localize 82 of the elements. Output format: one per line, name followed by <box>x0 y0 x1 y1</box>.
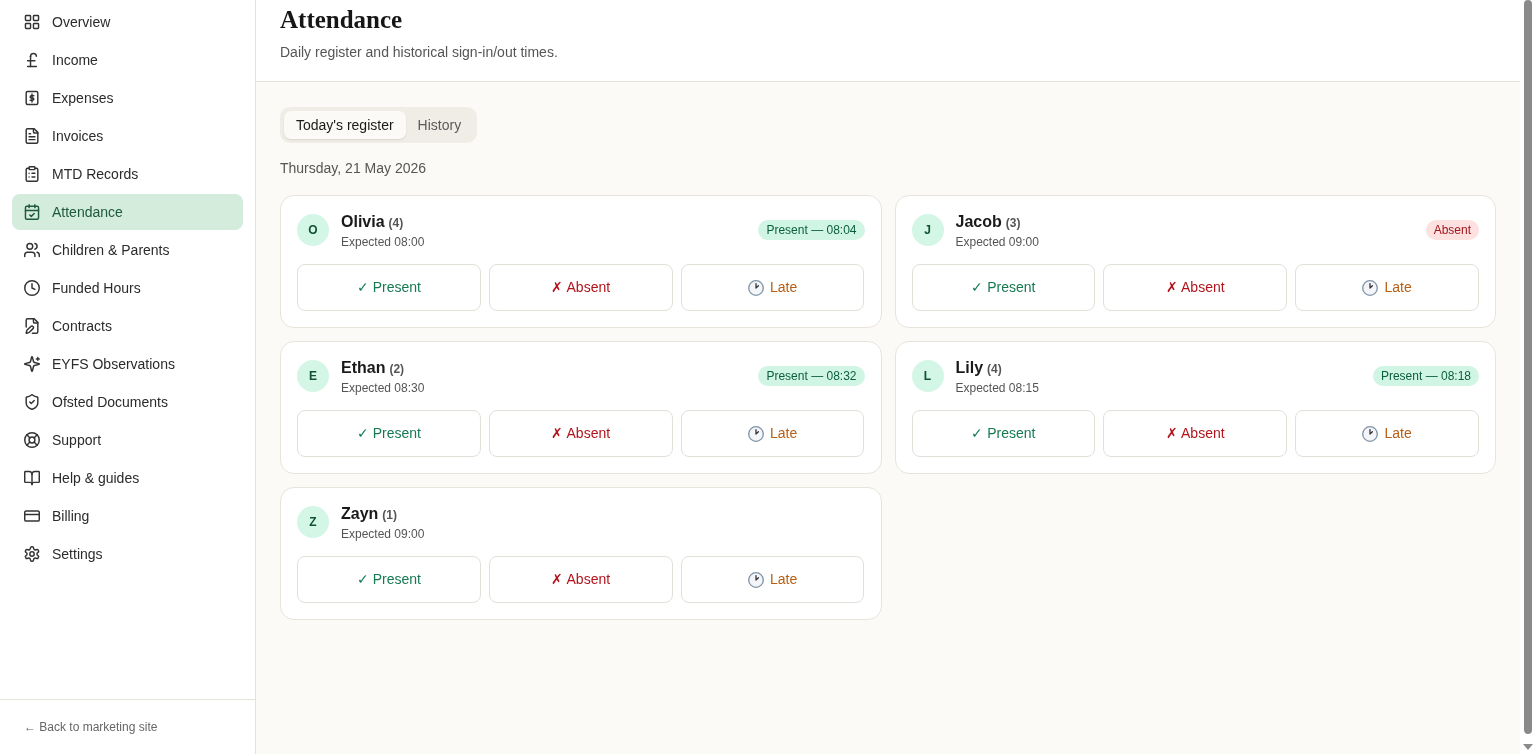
status-badge: Present — 08:18 <box>1372 366 1479 386</box>
nav-link[interactable]: Help & guides <box>12 460 243 496</box>
child-name: Jacob <box>955 213 1002 230</box>
register-date: Thursday, 21 May 2026 <box>280 159 428 178</box>
mark-present-button[interactable]: ✓ Present <box>911 264 1096 311</box>
child-name: Olivia <box>341 213 385 230</box>
nav-link[interactable]: Income <box>12 42 243 78</box>
mark-late-button[interactable]: Late <box>680 410 865 457</box>
calendar-check-icon <box>24 204 40 220</box>
mark-late-button[interactable]: Late <box>1295 264 1479 311</box>
shield-check-icon <box>24 394 40 410</box>
child-age: (2) <box>389 362 405 376</box>
clock-icon <box>747 425 764 442</box>
child-name: Lily <box>955 359 984 376</box>
child-name: Ethan <box>341 359 386 376</box>
mark-late-button[interactable]: Late <box>1295 410 1479 457</box>
child-age: (4) <box>388 216 404 230</box>
child-name: Zayn <box>341 505 379 522</box>
clock-icon <box>1362 279 1379 296</box>
nav-link[interactable]: Attendance <box>12 194 243 230</box>
nav-link[interactable]: Billing <box>12 498 243 534</box>
sparkle-icon <box>24 356 40 372</box>
expected-time: Expected 08:30 <box>341 380 425 396</box>
grid-icon <box>24 14 40 30</box>
avatar: O <box>297 214 329 246</box>
mark-present-button[interactable]: ✓ Present <box>297 410 481 457</box>
clipboard-icon <box>24 166 40 182</box>
down-arrow-icon[interactable] <box>1523 744 1533 750</box>
settings-icon <box>24 546 40 562</box>
status-badge: Present — 08:04 <box>758 220 865 240</box>
nav-link[interactable]: Funded Hours <box>12 270 243 306</box>
document-icon <box>24 128 40 144</box>
mark-present-button[interactable]: ✓ Present <box>297 556 481 603</box>
clock-icon <box>1362 425 1379 442</box>
child-age: (1) <box>382 508 397 522</box>
mark-present-button[interactable]: ✓ Present <box>911 410 1096 457</box>
mark-absent-button[interactable]: ✗ Absent <box>1103 410 1288 457</box>
nav-link[interactable]: Settings <box>12 536 243 572</box>
mark-absent-button[interactable]: ✗ Absent <box>1103 264 1288 311</box>
book-icon <box>24 470 40 486</box>
nav-link[interactable]: Contracts <box>12 308 243 344</box>
dollar-note-icon <box>24 90 40 106</box>
document-pen-icon <box>24 318 40 334</box>
tab[interactable]: Today's register <box>284 111 406 139</box>
mark-present-button[interactable]: ✓ Present <box>297 264 481 311</box>
pound-icon <box>24 52 40 68</box>
mark-absent-button[interactable]: ✗ Absent <box>488 556 673 603</box>
mark-absent-button[interactable]: ✗ Absent <box>488 410 673 457</box>
avatar: Z <box>297 506 329 538</box>
expected-time: Expected 08:00 <box>341 234 425 250</box>
nav-link[interactable]: MTD Records <box>12 156 243 192</box>
child-age: (4) <box>987 362 1002 376</box>
avatar: L <box>911 360 944 392</box>
back-link[interactable]: ← Back to marketing site <box>24 718 158 736</box>
people-icon <box>24 242 40 258</box>
tab[interactable]: History <box>405 111 474 139</box>
nav-link[interactable]: Overview <box>12 4 243 40</box>
lifebuoy-icon <box>24 432 40 448</box>
mark-late-button[interactable]: Late <box>680 264 865 311</box>
avatar: J <box>911 214 944 246</box>
clock-icon <box>747 279 764 296</box>
page-subtitle: Daily register and historical sign-in/out times. <box>280 43 559 62</box>
nav-link[interactable]: Expenses <box>12 80 243 116</box>
expected-time: Expected 09:00 <box>341 526 425 542</box>
page-title: Attendance <box>280 5 404 35</box>
mark-absent-button[interactable]: ✗ Absent <box>488 264 673 311</box>
clock-icon <box>24 280 40 296</box>
child-age: (3) <box>1005 216 1021 230</box>
expected-time: Expected 08:15 <box>955 380 1039 396</box>
status-badge: Present — 08:32 <box>758 366 865 386</box>
avatar: E <box>297 360 329 392</box>
mark-late-button[interactable]: Late <box>680 556 865 603</box>
nav-link[interactable]: EYFS Observations <box>12 346 243 382</box>
nav-link[interactable]: Ofsted Documents <box>12 384 243 420</box>
nav-link[interactable]: Children & Parents <box>12 232 243 268</box>
nav-link[interactable]: Invoices <box>12 118 243 154</box>
card-icon <box>24 508 40 524</box>
nav-link[interactable]: Support <box>12 422 243 458</box>
scrollbar-thumb[interactable] <box>1524 0 1532 734</box>
clock-icon <box>747 571 764 588</box>
expected-time: Expected 09:00 <box>955 234 1039 250</box>
status-badge: Absent <box>1425 220 1479 240</box>
